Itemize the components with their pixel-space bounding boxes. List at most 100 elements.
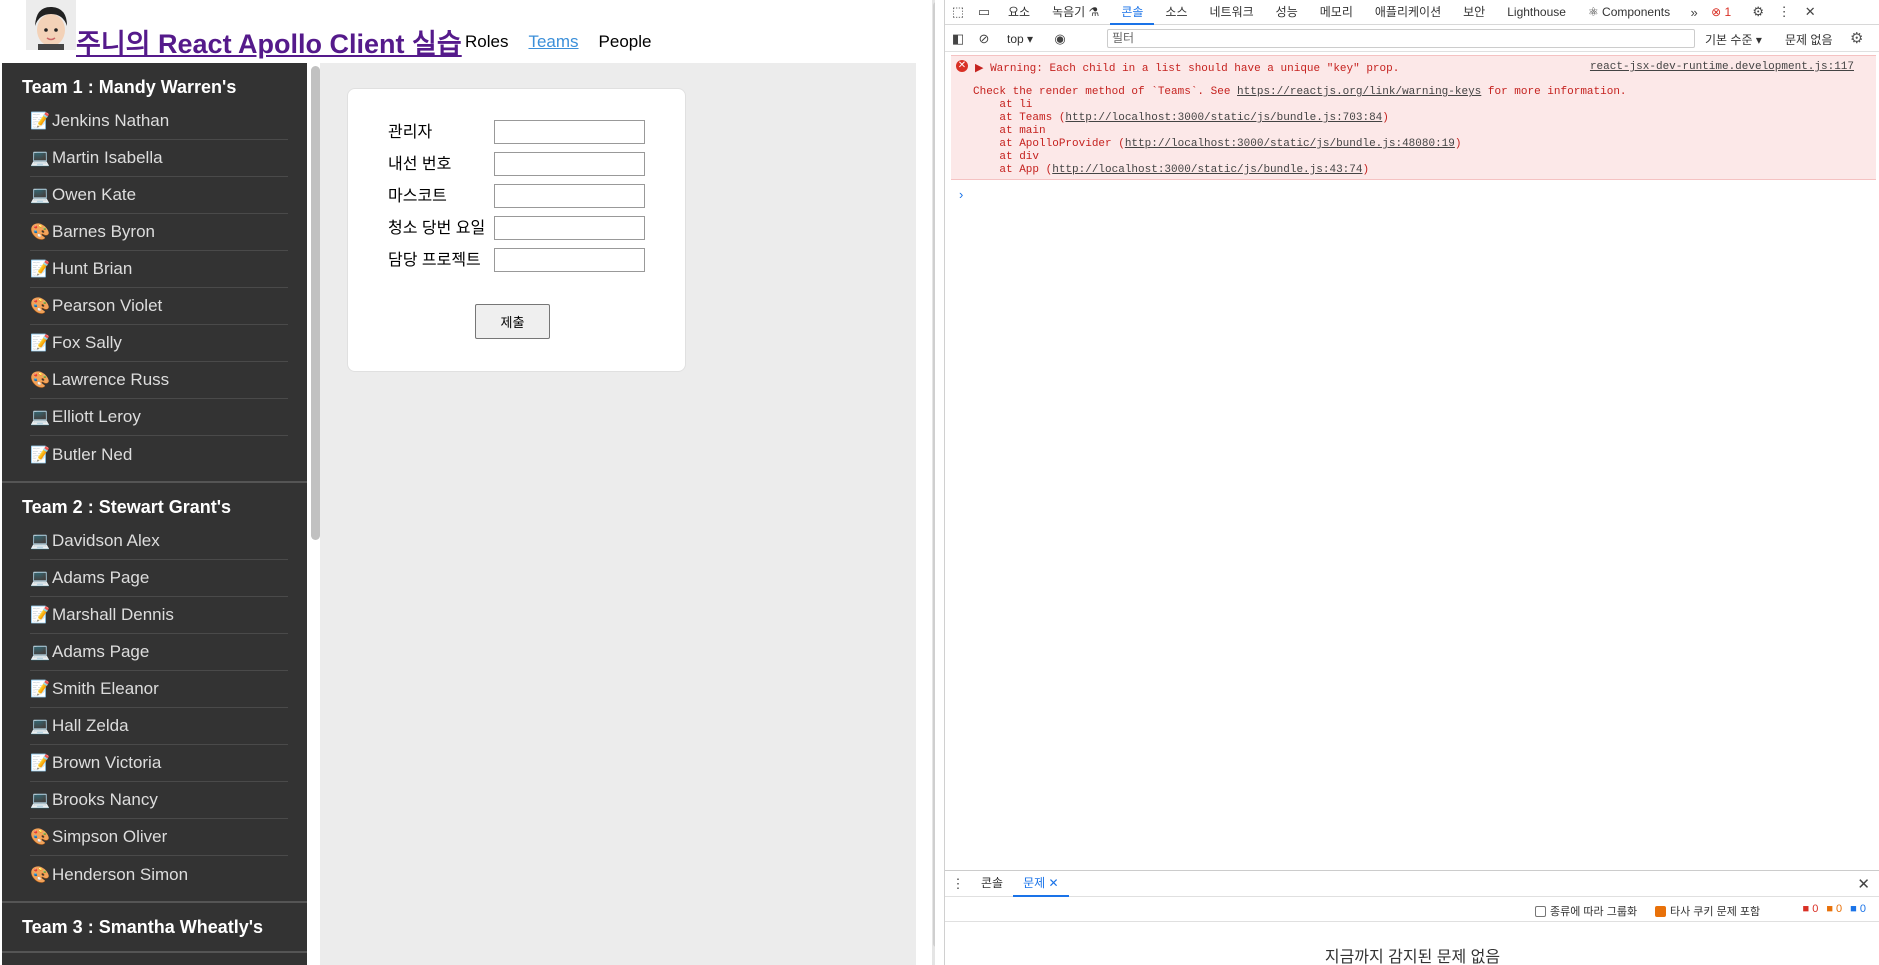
nav-roles[interactable]: Roles: [465, 32, 508, 52]
tab-recorder[interactable]: 녹음기 ⚗: [1041, 0, 1110, 25]
no-issues-message: 지금까지 감지된 문제 없음: [1324, 949, 1501, 965]
manager-input[interactable]: [494, 120, 645, 144]
mascot-input[interactable]: [494, 184, 645, 208]
manager-label: 관리자: [388, 124, 433, 141]
page-scrollbar[interactable]: [933, 2, 935, 947]
extension-input[interactable]: [494, 152, 645, 176]
list-item[interactable]: 📝 Butler Ned: [30, 436, 288, 473]
list-item[interactable]: 🎨 Simpson Oliver: [30, 819, 288, 856]
more-options-icon[interactable]: ⋮: [1771, 4, 1797, 20]
cleaning-day-input[interactable]: [494, 216, 645, 240]
console-filter-input[interactable]: 필터: [1107, 29, 1695, 48]
nav-people[interactable]: People: [599, 32, 652, 52]
form-row-project: 담당 프로젝트: [388, 246, 648, 272]
tab-sources[interactable]: 소스: [1154, 0, 1198, 25]
clear-console-icon[interactable]: ⊘: [971, 31, 997, 47]
eye-icon[interactable]: ◉: [1047, 31, 1073, 47]
list-item[interactable]: 💻 Owen Kate: [30, 177, 288, 214]
list-item[interactable]: 🎨 Barnes Byron: [30, 214, 288, 251]
list-item[interactable]: 💻 Adams Page: [30, 634, 288, 671]
sidebar-scrollbar[interactable]: [311, 66, 320, 540]
list-item[interactable]: 🎨 Lawrence Russ: [30, 362, 288, 399]
member-name: Martin Isabella: [52, 148, 163, 167]
list-item[interactable]: 📝 Fox Sally: [30, 325, 288, 362]
list-item[interactable]: 💻 Brooks Nancy: [30, 782, 288, 819]
third-party-checkbox[interactable]: [1655, 905, 1666, 917]
form-row-extension: 내선 번호: [388, 150, 648, 176]
tab-network[interactable]: 네트워크: [1199, 0, 1265, 25]
team-title[interactable]: Team 1 : Mandy Warren's: [2, 77, 307, 103]
list-item[interactable]: 💻 Adams Page: [30, 560, 288, 597]
tab-security[interactable]: 보안: [1452, 0, 1496, 25]
laptop-icon: 💻: [30, 792, 50, 809]
warning-headline[interactable]: ▶ Warning: Each child in a list should h…: [975, 61, 1399, 75]
console-warning-message[interactable]: ✕ ▶ Warning: Each child in a list should…: [951, 55, 1876, 180]
drawer-tab-console[interactable]: 콘솔: [971, 871, 1013, 897]
devtools-tabbar: ⬚ ▭ 요소 녹음기 ⚗ 콘솔 소스 네트워크 성능 메모리 애플리케이션 보안…: [945, 0, 1879, 25]
member-name: Hall Zelda: [52, 716, 129, 735]
member-name: Fox Sally: [52, 333, 122, 352]
mascot-label: 마스코트: [388, 188, 447, 205]
tab-memory[interactable]: 메모리: [1309, 0, 1364, 25]
project-input[interactable]: [494, 248, 645, 272]
member-name: Lawrence Russ: [52, 370, 170, 389]
member-name: Brooks Nancy: [52, 790, 158, 809]
error-count-value: 1: [1724, 5, 1732, 19]
stack-frame-link[interactable]: http://localhost:3000/static/js/bundle.j…: [1125, 138, 1455, 150]
list-item[interactable]: 📝 Brown Victoria: [30, 745, 288, 782]
sidebar-toggle-icon[interactable]: ◧: [945, 31, 971, 47]
project-label: 담당 프로젝트: [388, 252, 481, 269]
log-level-select[interactable]: 기본 수준 ▾: [1705, 31, 1762, 48]
context-select[interactable]: top ▾: [1007, 32, 1033, 46]
group-by-kind-checkbox[interactable]: [1535, 905, 1546, 917]
app-header: 주니의 React Apollo Client 실습 Roles Teams P…: [0, 0, 935, 62]
tab-components[interactable]: ⚛ Components: [1577, 0, 1681, 25]
app-title-link[interactable]: 주니의 React Apollo Client 실습: [76, 22, 462, 61]
list-item[interactable]: 📝 Marshall Dennis: [30, 597, 288, 634]
close-drawer-icon[interactable]: ✕: [1857, 875, 1870, 893]
list-item[interactable]: 💻 Martin Isabella: [30, 140, 288, 177]
group-by-kind-option[interactable]: 종류에 따라 그룹화: [1535, 903, 1637, 919]
third-party-option[interactable]: 타사 쿠키 문제 포함: [1655, 903, 1760, 919]
list-item[interactable]: 💻 Hall Zelda: [30, 708, 288, 745]
tab-application[interactable]: 애플리케이션: [1364, 0, 1452, 25]
tab-elements[interactable]: 요소: [997, 0, 1041, 25]
stack-frame-link[interactable]: http://localhost:3000/static/js/bundle.j…: [1065, 112, 1382, 124]
submit-button[interactable]: 제출: [475, 304, 550, 339]
list-item[interactable]: 🎨 Henderson Simon: [30, 856, 288, 893]
nav-teams[interactable]: Teams: [528, 32, 578, 52]
drawer-tab-issues[interactable]: 문제 ✕: [1013, 871, 1069, 897]
console-toolbar: ◧ ⊘ top ▾ ◉ 필터 기본 수준 ▾ 문제 없음 ⚙: [945, 26, 1879, 52]
list-item[interactable]: 🎨 Pearson Violet: [30, 288, 288, 325]
info-issues-count-value: 0: [1859, 903, 1866, 915]
list-item[interactable]: 💻 Davidson Alex: [30, 523, 288, 560]
list-item[interactable]: 📝 Hunt Brian: [30, 251, 288, 288]
laptop-icon: 💻: [30, 409, 50, 426]
tab-performance[interactable]: 성능: [1265, 0, 1309, 25]
issues-status[interactable]: 문제 없음: [1785, 31, 1833, 48]
console-settings-icon[interactable]: ⚙: [1850, 29, 1863, 47]
warning-source-link[interactable]: react-jsx-dev-runtime.development.js:117: [1590, 61, 1854, 73]
device-toggle-icon[interactable]: ▭: [971, 4, 997, 20]
tab-console[interactable]: 콘솔: [1110, 0, 1155, 25]
team-title[interactable]: Team 2 : Stewart Grant's: [2, 497, 307, 523]
team-title[interactable]: Team 3 : Smantha Wheatly's: [2, 917, 307, 943]
error-count-badge[interactable]: ⊗ 1: [1711, 5, 1731, 19]
more-tabs-icon[interactable]: »: [1681, 5, 1707, 20]
close-devtools-icon[interactable]: ✕: [1797, 4, 1823, 20]
list-item[interactable]: 📝 Smith Eleanor: [30, 671, 288, 708]
console-prompt-icon[interactable]: ›: [959, 187, 963, 202]
teams-sidebar: Team 1 : Mandy Warren's 📝 Jenkins Nathan 💻 M…: [2, 63, 307, 965]
tab-lighthouse[interactable]: Lighthouse: [1496, 0, 1577, 25]
stack-frame-link[interactable]: http://localhost:3000/static/js/bundle.j…: [1052, 164, 1362, 176]
list-item[interactable]: 📝 Jenkins Nathan: [30, 103, 288, 140]
settings-gear-icon[interactable]: ⚙: [1745, 4, 1771, 20]
main-nav: Roles Teams People: [465, 32, 651, 52]
palette-icon: 🎨: [30, 224, 50, 241]
team-section: Team 3 : Smantha Wheatly's: [2, 903, 307, 953]
inspect-icon[interactable]: ⬚: [945, 4, 971, 20]
list-item[interactable]: 💻 Elliott Leroy: [30, 399, 288, 436]
issue-counts[interactable]: ■ 0 ■ 0 ■ 0: [1803, 903, 1866, 915]
warning-keys-link[interactable]: https://reactjs.org/link/warning-keys: [1237, 86, 1481, 98]
drawer-menu-icon[interactable]: ⋮: [945, 876, 971, 892]
